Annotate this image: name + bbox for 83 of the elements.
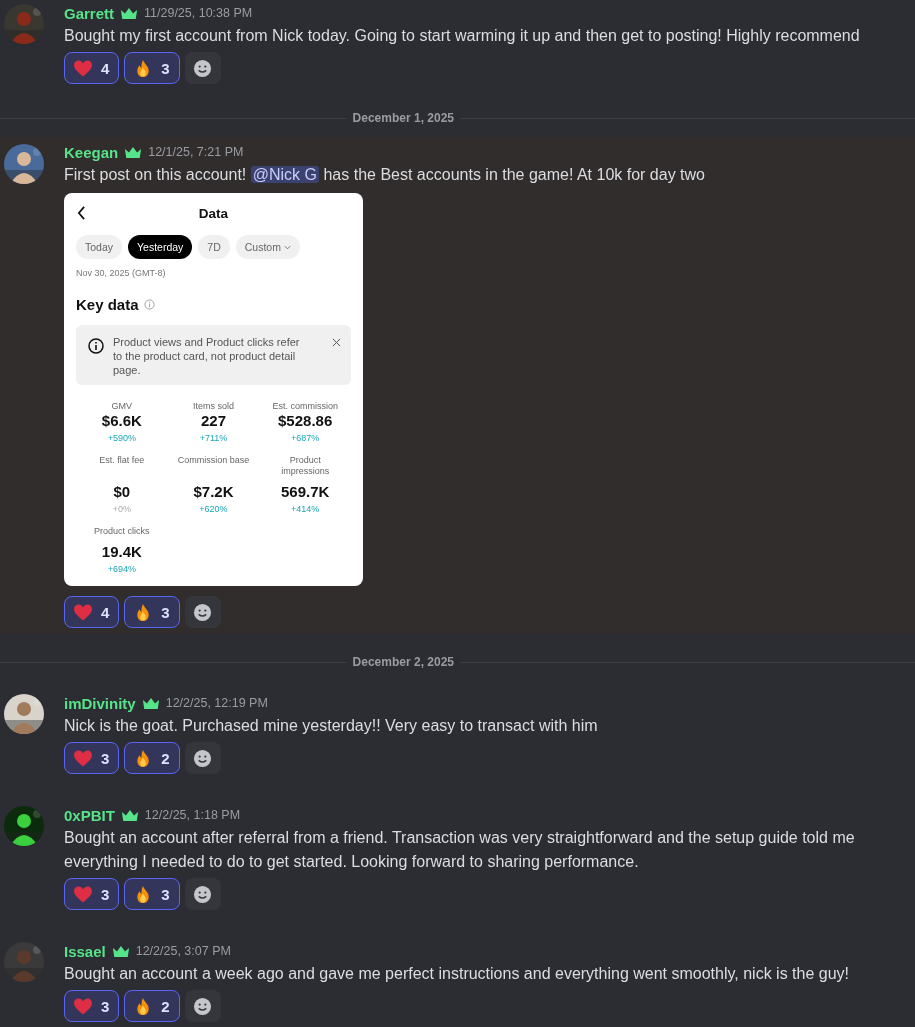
crown-icon — [124, 145, 143, 159]
username[interactable]: imDivinity — [64, 694, 136, 712]
crown-icon — [111, 944, 130, 958]
reaction-button[interactable]: 3 — [124, 52, 180, 84]
heart-icon — [73, 602, 93, 622]
metric-value: $528.86 — [278, 412, 333, 430]
metric-label: Product impressions — [280, 455, 331, 477]
heart-icon — [73, 996, 93, 1016]
date-tab[interactable]: 7D — [198, 235, 230, 259]
reaction-button[interactable]: 3 — [124, 596, 180, 628]
crown-icon — [141, 696, 160, 710]
add-reaction-button[interactable] — [184, 990, 221, 1022]
back-icon[interactable] — [77, 206, 86, 220]
metric-label: Product clicks — [94, 526, 150, 537]
message-text: has the Best accounts in the game! At 10k for day two — [322, 166, 705, 183]
metric-label: Est. flat fee — [99, 455, 145, 467]
message-text: everything I needed to do to get started. Looking forward to sharing performance. — [64, 853, 639, 870]
metric-change: +620% — [199, 504, 228, 514]
add-reaction-button[interactable] — [184, 878, 221, 910]
reaction-button[interactable]: 4 — [64, 52, 120, 84]
crown-icon — [120, 6, 139, 20]
add-reaction-button[interactable] — [184, 742, 221, 774]
notice-text: Product views and Product clicks refer to the product card, not product detail page. — [113, 335, 301, 377]
smiley-icon — [193, 602, 213, 622]
username[interactable]: Keegan — [64, 143, 119, 161]
message-text: Bought an account a week ago and gave me perfect instructions and everything went smoothly, nick is the guy! — [64, 965, 850, 982]
metric-change: +414% — [291, 504, 320, 514]
user-mention[interactable]: @Nick G — [250, 166, 319, 183]
metric-value: 227 — [200, 412, 226, 430]
smiley-icon — [193, 748, 213, 768]
metric-value: $7.2K — [193, 483, 234, 501]
date-divider: December 1, 2025 — [351, 111, 455, 125]
reaction-button[interactable]: 2 — [124, 742, 180, 774]
timestamp: 12/1/25, 7:21 PM — [148, 145, 244, 159]
date-tab[interactable]: Custom — [235, 235, 300, 259]
metric-label: GMV — [111, 401, 133, 412]
add-reaction-button[interactable] — [184, 52, 221, 84]
reaction-button[interactable]: 3 — [64, 990, 120, 1022]
timestamp: 12/2/25, 12:19 PM — [165, 696, 268, 710]
section-heading: Key data — [76, 296, 139, 313]
reaction-button[interactable]: 2 — [124, 990, 180, 1022]
metric-value: 569.7K — [280, 483, 330, 501]
date-tab[interactable]: Today — [76, 235, 123, 259]
metric-change: +694% — [107, 564, 136, 574]
username[interactable]: 0xPBIT — [64, 806, 115, 824]
metric-change: +0% — [112, 504, 131, 514]
date-range: Nov 30, 2025 (GMT-8) — [76, 268, 167, 278]
heart-icon — [73, 884, 93, 904]
metric-value: $0 — [113, 483, 131, 501]
smiley-icon — [193, 884, 213, 904]
heart-icon — [73, 748, 93, 768]
metric-label: Items sold — [193, 401, 234, 412]
username[interactable]: Garrett — [64, 4, 115, 22]
crown-icon — [120, 808, 139, 822]
timestamp: 12/2/25, 1:18 PM — [144, 808, 241, 822]
message-text: Bought an account after referral from a friend. Transaction was very straightforward and the setup guide told me — [64, 829, 855, 846]
smiley-icon — [193, 58, 213, 78]
timestamp: 11/29/25, 10:38 PM — [144, 6, 253, 20]
metric-change: +711% — [199, 433, 228, 443]
username[interactable]: Issael — [64, 942, 106, 960]
reaction-button[interactable]: 3 — [64, 742, 120, 774]
metric-value: 19.4K — [101, 543, 142, 561]
date-divider: December 2, 2025 — [351, 655, 455, 669]
image-attachment[interactable] — [64, 193, 363, 586]
timestamp: 12/2/25, 3:07 PM — [135, 944, 231, 958]
info-icon — [88, 338, 104, 354]
message-text: Nick is the goat. Purchased mine yesterday!! Very easy to transact with him — [64, 717, 598, 734]
message-text: Bought my first account from Nick today. Going to start warming it up and then get to posting! Highly recommend — [64, 27, 860, 44]
message-text: First post on this account! — [64, 166, 248, 183]
add-reaction-button[interactable] — [184, 596, 221, 628]
reaction-button[interactable]: 3 — [124, 878, 180, 910]
screen-title: Data — [198, 205, 229, 221]
date-tab[interactable]: Yesterday — [128, 235, 193, 259]
reaction-button[interactable]: 4 — [64, 596, 120, 628]
metric-label: Est. commission — [272, 401, 338, 412]
reaction-button[interactable]: 3 — [64, 878, 120, 910]
metric-change: +590% — [107, 433, 136, 443]
smiley-icon — [193, 996, 213, 1016]
heart-icon — [73, 58, 93, 78]
metric-value: $6.6K — [101, 412, 142, 430]
metric-label: Commission base — [177, 455, 250, 467]
metric-change: +687% — [291, 433, 320, 443]
close-icon[interactable] — [332, 338, 341, 347]
